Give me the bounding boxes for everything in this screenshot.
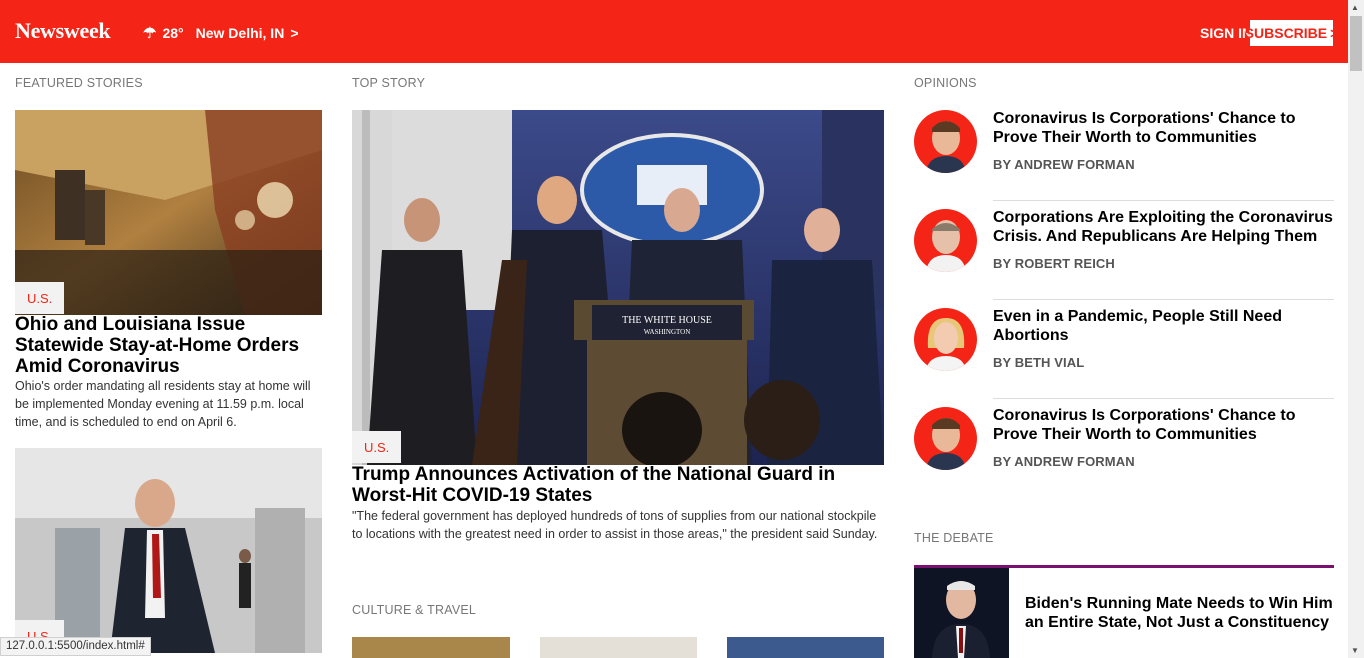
newsweek-logo[interactable]: Newsweek [15, 18, 111, 44]
subscribe-button[interactable]: SUBSCRIBE > [1245, 20, 1338, 46]
debate-title[interactable]: Biden's Running Mate Needs to Win Him an… [1025, 594, 1340, 632]
author-avatar [914, 209, 977, 272]
opinion-item[interactable]: Corporations Are Exploiting the Coronavi… [914, 199, 1334, 298]
scrollbar-thumb[interactable] [1350, 16, 1362, 71]
biden-image[interactable] [914, 568, 1009, 658]
scroll-up-arrow-icon[interactable]: ▲ [1351, 3, 1359, 12]
top-story-description: "The federal government has deployed hun… [352, 509, 878, 541]
culture-image[interactable] [540, 637, 697, 658]
the-debate-label: THE DEBATE [914, 531, 994, 545]
culture-image[interactable] [352, 637, 510, 658]
opinion-title[interactable]: Corporations Are Exploiting the Coronavi… [993, 208, 1338, 246]
location: New Delhi, IN [195, 25, 285, 41]
author-avatar [914, 110, 977, 173]
opinion-title[interactable]: Coronavirus Is Corporations' Chance to P… [993, 406, 1338, 444]
opinion-item[interactable]: Even in a Pandemic, People Still Need Ab… [914, 298, 1334, 397]
featured-story-description: Ohio's order mandating all residents sta… [15, 379, 311, 429]
podium-text: THE WHITE HOUSE [622, 315, 712, 326]
featured-stories-label: FEATURED STORIES [15, 76, 143, 90]
opinion-title[interactable]: Coronavirus Is Corporations' Chance to P… [993, 109, 1338, 147]
opinion-author[interactable]: BY ANDREW FORMAN [993, 157, 1135, 172]
featured-story-title[interactable]: Ohio and Louisiana Issue Statewide Stay-… [15, 314, 325, 377]
opinion-author[interactable]: BY ANDREW FORMAN [993, 454, 1135, 469]
opinion-author[interactable]: BY ROBERT REICH [993, 256, 1115, 271]
culture-travel-label: CULTURE & TRAVEL [352, 603, 477, 617]
browser-status-url: 127.0.0.1:5500/index.html# [0, 637, 151, 656]
category-badge[interactable]: U.S. [15, 282, 65, 314]
press-conference-image[interactable]: THE WHITE HOUSE WASHINGTON [352, 110, 884, 465]
category-badge[interactable]: U.S. [352, 431, 402, 463]
cloud-rain-icon: ☂ [143, 25, 157, 42]
opinions-label: OPINIONS [914, 76, 977, 90]
podium-subtext: WASHINGTON [644, 328, 691, 336]
scrollbar-track[interactable] [1348, 0, 1364, 658]
scroll-down-arrow-icon[interactable]: ▼ [1351, 646, 1359, 655]
opinion-item[interactable]: Coronavirus Is Corporations' Chance to P… [914, 397, 1334, 496]
chevron-right-icon: > [1330, 25, 1339, 41]
opinion-author[interactable]: BY BETH VIAL [993, 355, 1084, 370]
author-avatar [914, 407, 977, 470]
top-story-label: TOP STORY [352, 76, 426, 90]
culture-image[interactable] [727, 637, 884, 658]
author-avatar [914, 308, 977, 371]
temperature: 28° [162, 25, 184, 41]
weather-widget[interactable]: ☂ 28° New Delhi, IN > [143, 24, 299, 42]
opinion-title[interactable]: Even in a Pandemic, People Still Need Ab… [993, 307, 1338, 345]
chevron-right-icon: > [290, 25, 299, 41]
subscribe-label: SUBSCRIBE [1244, 25, 1328, 41]
opinion-item[interactable]: Coronavirus Is Corporations' Chance to P… [914, 100, 1334, 199]
top-story-title[interactable]: Trump Announces Activation of the Nation… [352, 464, 882, 506]
